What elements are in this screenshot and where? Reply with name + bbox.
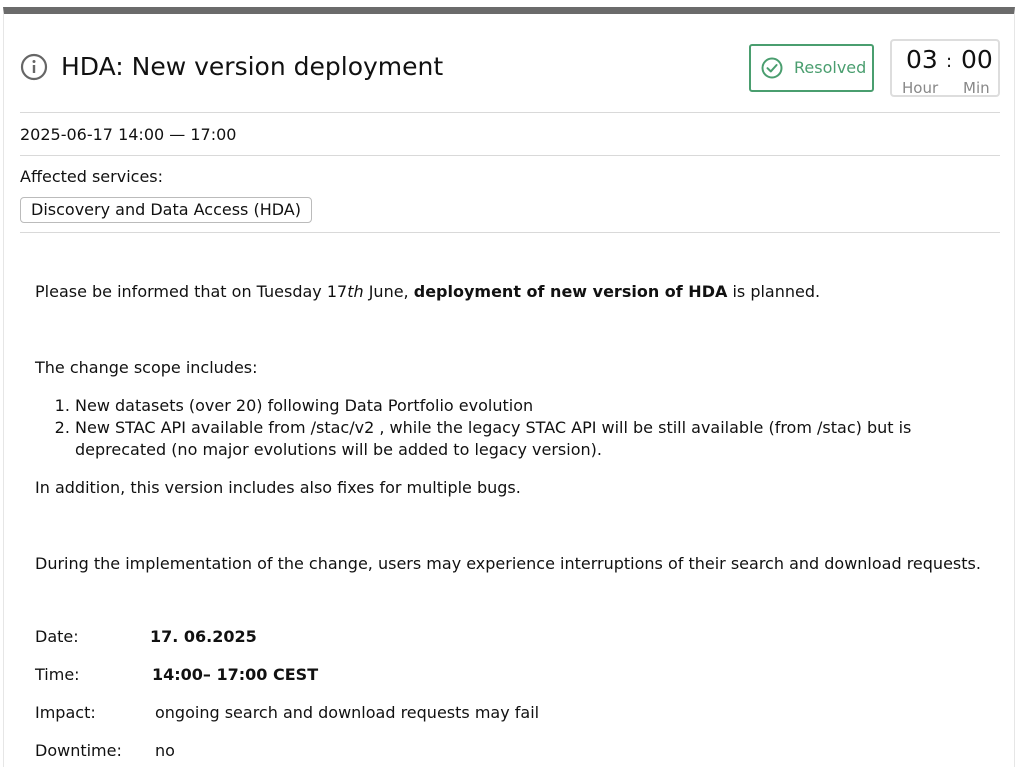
incident-header: HDA: New version deployment Resolved 03 … (20, 36, 1000, 97)
duration-hours: 03 (906, 45, 938, 74)
check-circle-icon (761, 57, 783, 79)
divider (20, 155, 1000, 156)
incident-date-range: 2025-06-17 14:00 — 17:00 (20, 125, 237, 144)
divider (20, 112, 1000, 113)
intro-paragraph: Please be informed that on Tuesday 17th … (35, 282, 821, 301)
status-badge: Resolved (749, 44, 874, 92)
incident-title: HDA: New version deployment (61, 52, 444, 81)
info-icon (20, 53, 48, 81)
list-item: New datasets (over 20) following Data Po… (75, 395, 975, 417)
status-label: Resolved (794, 58, 867, 77)
minute-label: Min (963, 79, 990, 97)
service-tag[interactable]: Discovery and Data Access (HDA) (20, 197, 312, 223)
incident-card: HDA: New version deployment Resolved 03 … (3, 7, 1015, 767)
affected-services-label: Affected services: (20, 167, 164, 186)
list-item: New STAC API available from /stac/v2 , w… (75, 417, 975, 461)
scope-paragraph: The change scope includes: (35, 358, 258, 377)
fixes-paragraph: In addition, this version includes also … (35, 478, 521, 497)
hour-label: Hour (902, 79, 939, 97)
duration-separator: : (946, 51, 953, 72)
impact-paragraph: During the implementation of the change,… (35, 554, 981, 573)
duration-minutes: 00 (961, 45, 993, 74)
divider (20, 232, 1000, 233)
duration-timer: 03 : 00 Hour Min (890, 39, 1000, 97)
scope-list: New datasets (over 20) following Data Po… (35, 395, 975, 461)
